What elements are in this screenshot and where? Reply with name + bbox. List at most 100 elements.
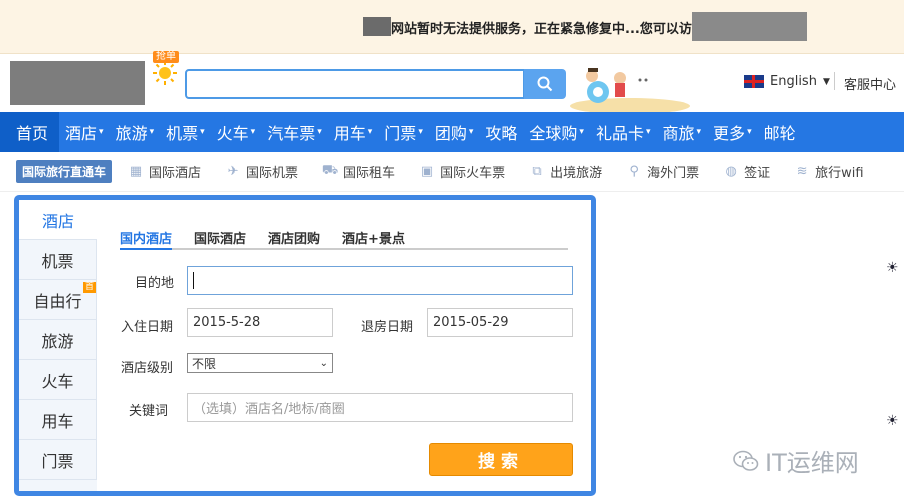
checkout-date-input[interactable]: 2015-05-29 (427, 308, 573, 337)
chevron-down-icon: ▾ (747, 127, 752, 137)
car-icon: ⛟ (321, 163, 339, 178)
keyword-label: 关键词 (129, 404, 169, 419)
chevron-down-icon: ▾ (149, 127, 155, 137)
nav-item-label: 门票 (384, 124, 417, 143)
nav-item[interactable]: 汽车票 ▾ (261, 112, 328, 152)
chevron-down-icon: ▾ (367, 127, 373, 137)
search-button[interactable] (524, 69, 566, 99)
nav-item[interactable]: 邮轮 (758, 112, 802, 152)
category-tab-label: 门票 (41, 451, 74, 471)
nav-item[interactable]: 全球购 ▾ (523, 112, 590, 152)
search-input[interactable] (185, 69, 525, 99)
beach-illustration (570, 68, 690, 112)
train-icon: ▣ (420, 164, 434, 179)
nav-item[interactable]: 礼品卡 ▾ (590, 112, 657, 152)
checkin-date-input[interactable]: 2015-5-28 (187, 308, 333, 337)
chevron-down-icon: ▾ (250, 127, 256, 137)
category-tab-label: 旅游 (41, 331, 74, 351)
category-tab[interactable]: 旅游 (19, 320, 97, 360)
nav-item[interactable]: 攻略 (479, 112, 523, 152)
category-tab-label: 酒店 (41, 211, 74, 231)
nav-item[interactable]: 门票 ▾ (378, 112, 429, 152)
checkin-label: 入住日期 (121, 320, 174, 335)
sub-nav-label: 签证 (744, 166, 771, 181)
grab-order-tag[interactable]: 抢单 (153, 51, 179, 63)
nav-item[interactable]: 火车 ▾ (211, 112, 262, 152)
sub-nav-item[interactable]: ≋ 旅行wifi (794, 162, 864, 181)
chevron-down-icon: ▾ (645, 127, 651, 137)
sun-icon (153, 61, 177, 85)
nav-item-label: 礼品卡 (595, 124, 644, 143)
booking-panel: 酒店 机票 自由行首旅游 火车 用车 门票 国内酒店 国际酒店 酒店团购 酒店+景点 目的地 入… (14, 195, 596, 496)
watermark-text: IT运维网 (765, 449, 859, 477)
loading-spinner-icon: ☀ (886, 413, 899, 429)
sub-nav-label: 旅行wifi (815, 166, 864, 181)
hotel-type-tab[interactable]: 酒店团购 (268, 228, 320, 248)
logo[interactable] (10, 61, 145, 105)
language-switcher[interactable]: English ▼ (744, 74, 830, 89)
nav-item-label: 酒店 (65, 124, 98, 143)
suitcase-icon: ⧉ (532, 164, 542, 179)
watermark: IT运维网 (733, 443, 859, 478)
nav-item-label: 邮轮 (763, 124, 796, 143)
customer-service-link[interactable]: 客服中心 (844, 74, 896, 93)
chevron-down-icon: ▾ (317, 127, 322, 137)
category-tab[interactable]: 酒店 (19, 200, 97, 240)
category-tab-label: 机票 (41, 251, 74, 271)
sub-nav-item[interactable]: ⚲ 海外门票 (626, 162, 699, 181)
category-tab-label: 火车 (41, 371, 74, 391)
nav-item[interactable]: 旅游 ▾ (110, 112, 161, 152)
nav-item[interactable]: 首页 (0, 112, 60, 152)
chevron-down-icon: ⌄ (319, 357, 328, 369)
location-pin-icon: ⚲ (629, 164, 639, 179)
sub-nav-item[interactable]: ⛟ 国际租车 (322, 162, 395, 181)
chevron-down-icon: ▾ (579, 127, 584, 137)
hotel-level-value: 不限 (192, 356, 217, 371)
wechat-icon (733, 450, 759, 471)
chevron-down-icon: ▾ (200, 127, 205, 137)
destination-input[interactable] (187, 266, 573, 295)
nav-item-label: 旅游 (115, 124, 148, 143)
sub-nav-label: 出境旅游 (550, 166, 603, 181)
nav-item-label: 全球购 (529, 124, 578, 143)
sub-nav-label: 海外门票 (647, 166, 700, 181)
category-tabs: 酒店机票自由行首旅游火车用车门票 (19, 200, 97, 491)
keyword-input[interactable]: （选填）酒店名/地标/商圈 (187, 393, 573, 422)
uk-flag-icon (744, 75, 764, 88)
hotel-level-select[interactable]: 不限 ⌄ (187, 353, 333, 373)
sub-nav-item[interactable]: ▣ 国际火车票 (419, 162, 505, 181)
nav-item[interactable]: 用车 ▾ (328, 112, 379, 152)
nav-item[interactable]: 酒店 ▾ (59, 112, 110, 152)
hotel-type-tab[interactable]: 酒店+景点 (342, 228, 405, 248)
sub-nav-item[interactable]: ▦ 国际酒店 (128, 162, 201, 181)
hotel-type-tabs: 国内酒店 国际酒店 酒店团购 酒店+景点 (120, 228, 568, 250)
category-tab[interactable]: 自由行首 (19, 280, 97, 320)
nav-item-label: 商旅 (662, 124, 695, 143)
category-tab[interactable]: 火车 (19, 360, 97, 400)
globe-icon: ◍ (725, 164, 737, 179)
notice-banner: 网站暂时无法提供服务，正在紧急修复中...您可以访问： (0, 0, 904, 54)
chevron-down-icon: ▾ (99, 127, 104, 137)
sub-nav-item[interactable]: ✈ 国际机票 (225, 162, 298, 181)
category-tab[interactable]: 门票 (19, 440, 97, 480)
text-cursor (193, 272, 194, 289)
nav-item-label: 团购 (434, 124, 467, 143)
keyword-placeholder: （选填）酒店名/地标/商圈 (193, 402, 345, 417)
nav-item[interactable]: 更多 ▾ (707, 112, 758, 152)
sub-nav-item[interactable]: ◍ 签证 (723, 162, 770, 181)
hotel-type-tab[interactable]: 国际酒店 (194, 228, 246, 248)
wifi-icon: ≋ (796, 164, 808, 179)
category-tab[interactable]: 机票 (19, 240, 97, 280)
chevron-down-icon: ▼ (822, 76, 830, 87)
nav-item[interactable]: 团购 ▾ (429, 112, 480, 152)
main-nav: 首页 酒店 ▾ 旅游 ▾ 机票 ▾ 火车 ▾ 汽车票 ▾ 用车 ▾ 门票 ▾ 团购 ▾ 攻略 全球购 ▾ 礼品卡 ▾ 商旅 ▾… (0, 112, 904, 152)
sub-nav-label: 国际火车票 (440, 166, 506, 181)
sub-nav-label: 国际租车 (343, 166, 396, 181)
hotel-type-tab[interactable]: 国内酒店 (120, 228, 173, 250)
category-tab[interactable]: 用车 (19, 400, 97, 440)
nav-item[interactable]: 机票 ▾ (160, 112, 211, 152)
sub-nav-item[interactable]: ⧉ 出境旅游 (529, 162, 602, 181)
loading-spinner-icon: ☀ (886, 260, 899, 276)
hotel-search-button[interactable]: 搜索 (429, 443, 573, 476)
nav-item[interactable]: 商旅 ▾ (657, 112, 708, 152)
